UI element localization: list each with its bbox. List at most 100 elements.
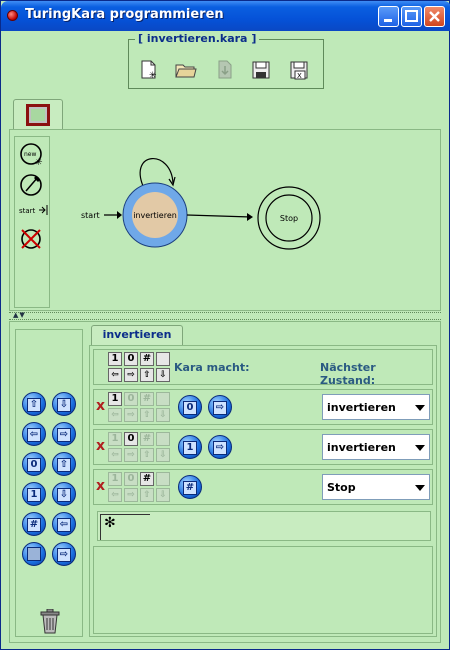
cell-dim[interactable]: ⇩ [156, 408, 170, 422]
cell-dim[interactable]: ⇧ [140, 408, 154, 422]
svg-text:new: new [24, 151, 36, 158]
cell-dim[interactable]: 0 [124, 472, 138, 486]
cell-dim[interactable]: ⇨ [124, 408, 138, 422]
cell-dim[interactable] [156, 392, 170, 406]
new-state-icon[interactable]: new ✳ [20, 143, 43, 168]
state-label-stop: Stop [280, 214, 298, 223]
action-move[interactable]: ⇨ [208, 395, 232, 419]
new-file-icon[interactable]: ✳ [139, 60, 159, 81]
start-label: start [81, 211, 100, 220]
import-icon[interactable] [215, 60, 235, 80]
next-state-select[interactable]: invertieren [322, 434, 430, 460]
maximize-button[interactable] [401, 6, 422, 27]
write-1-button[interactable]: 1 [22, 482, 46, 506]
command-palette: ⇧ ⇩ ⇦ ⇨ 0 ⇧ 1 ⇩ # ⇦ ⇨ [15, 329, 83, 637]
title-bar[interactable]: TuringKara programmieren [1, 1, 450, 31]
down-arrow-button[interactable]: ⇩ [52, 482, 76, 506]
cell-right: ⇨ [124, 368, 138, 382]
cell-dim[interactable]: ⇨ [124, 448, 138, 462]
cell-selected[interactable]: 0 [124, 432, 138, 446]
cell-selected[interactable]: 1 [108, 392, 122, 406]
read-symbol-grid[interactable]: 1 0 # ⇦ ⇨ ⇧ ⇩ [108, 392, 172, 422]
state-graph-icon [26, 104, 50, 126]
action-write[interactable]: # [178, 475, 202, 499]
cell-dim[interactable]: ⇦ [108, 408, 122, 422]
write-empty-button[interactable] [22, 542, 46, 566]
start-state-icon[interactable]: start [19, 205, 48, 215]
open-folder-icon[interactable] [175, 60, 197, 80]
move-left-button[interactable]: ⇦ [22, 422, 46, 446]
delete-row-icon[interactable]: x [96, 398, 105, 414]
next-state-header: Nächster Zustand: [320, 361, 376, 387]
delete-state-icon[interactable] [21, 229, 41, 249]
cell-dim[interactable]: ⇨ [124, 488, 138, 502]
tab-state-graph[interactable] [13, 99, 63, 129]
action-write[interactable]: 1 [178, 435, 202, 459]
minimize-button[interactable] [378, 6, 399, 27]
svg-text:✳: ✳ [149, 71, 157, 80]
cell-dim[interactable]: 1 [108, 472, 122, 486]
tab-invertieren[interactable]: invertieren [91, 325, 183, 345]
next-state-select[interactable]: invertieren [322, 394, 430, 420]
file-name-label: [ invertieren.kara ] [135, 32, 260, 45]
cell-dim[interactable]: ⇦ [108, 488, 122, 502]
cell-0: 0 [124, 352, 138, 366]
new-transition-icon[interactable]: ✻ [100, 514, 150, 540]
move-right-button[interactable]: ⇨ [52, 422, 76, 446]
close-button[interactable] [424, 6, 445, 27]
empty-area [93, 546, 433, 634]
svg-text:X: X [297, 72, 302, 80]
move-up-button[interactable]: ⇧ [22, 392, 46, 416]
move-down-button[interactable]: ⇩ [52, 392, 76, 416]
divider-arrows[interactable]: ▲▼ [13, 311, 26, 319]
cell-dim[interactable]: 0 [124, 392, 138, 406]
delete-row-icon[interactable]: x [96, 438, 105, 454]
cell-dim[interactable]: ⇦ [108, 448, 122, 462]
chevron-down-icon[interactable] [415, 485, 425, 491]
cell-up: ⇧ [140, 368, 154, 382]
next-state-select[interactable]: Stop [322, 474, 430, 500]
cell-hash: # [140, 352, 154, 366]
cell-dim[interactable]: 1 [108, 432, 122, 446]
cell-dim[interactable]: ⇩ [156, 448, 170, 462]
kara-action-header: Kara macht: [174, 361, 250, 374]
delete-row-icon[interactable]: x [96, 478, 105, 494]
read-symbol-grid[interactable]: 1 0 # ⇦ ⇨ ⇧ ⇩ [108, 472, 172, 502]
write-hash-button[interactable]: # [22, 512, 46, 536]
svg-text:start: start [19, 207, 36, 215]
cell-dim[interactable]: ⇩ [156, 488, 170, 502]
window-title: TuringKara programmieren [25, 7, 224, 22]
state-invertieren[interactable]: invertieren [122, 182, 188, 248]
app-icon [7, 10, 18, 21]
cell-dim[interactable] [156, 472, 170, 486]
next-state-value: invertieren [327, 441, 396, 454]
write-0-button[interactable]: 0 [22, 452, 46, 476]
chevron-down-icon[interactable] [415, 445, 425, 451]
action-write[interactable]: 0 [178, 395, 202, 419]
cell-dim[interactable]: # [140, 392, 154, 406]
transition-arrow [186, 214, 252, 218]
next-state-value: Stop [327, 481, 356, 494]
cell-dim[interactable]: ⇧ [140, 488, 154, 502]
cell-selected[interactable]: # [140, 472, 154, 486]
save-as-icon[interactable]: X [289, 60, 309, 80]
action-move[interactable]: ⇨ [208, 435, 232, 459]
save-icon[interactable] [251, 60, 271, 80]
cell-dim[interactable]: # [140, 432, 154, 446]
file-toolbar: [ invertieren.kara ] ✳ X [128, 32, 324, 89]
transition-row: x 1 0 # ⇦ ⇨ ⇧ ⇩ # Stop [93, 469, 433, 505]
split-divider[interactable] [9, 312, 441, 320]
edit-state-icon[interactable] [20, 174, 42, 196]
read-symbol-grid[interactable]: 1 0 # ⇦ ⇨ ⇧ ⇩ [108, 432, 172, 462]
state-graph: start invertieren Stop [81, 158, 321, 250]
cell-dim[interactable]: ⇧ [140, 448, 154, 462]
new-transition-row[interactable]: ✻ [97, 511, 431, 541]
up-arrow-button[interactable]: ⇧ [52, 452, 76, 476]
cell-empty [156, 352, 170, 366]
left-arrow-button[interactable]: ⇦ [52, 512, 76, 536]
cell-dim[interactable] [156, 432, 170, 446]
right-arrow-button[interactable]: ⇨ [52, 542, 76, 566]
state-stop[interactable]: Stop [257, 186, 321, 250]
trash-icon[interactable] [39, 608, 60, 634]
chevron-down-icon[interactable] [415, 405, 425, 411]
